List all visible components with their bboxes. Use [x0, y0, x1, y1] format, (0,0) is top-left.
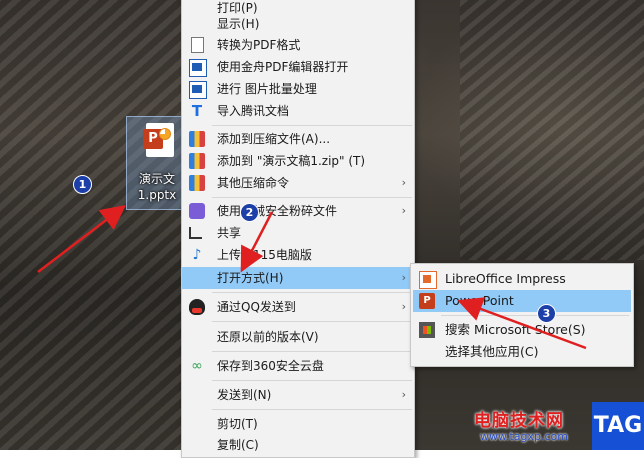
annotation-arrow-1 [37, 204, 126, 273]
step-badge-1: 1 [73, 175, 92, 194]
annotation-arrow-3 [457, 297, 587, 350]
watermark-title: 电脑技术网 [474, 411, 564, 431]
watermark-url: www.tagxp.com [480, 430, 568, 443]
step-badge-2: 2 [240, 203, 259, 222]
step-badge-3: 3 [537, 304, 556, 323]
annotation-arrows [37, 204, 587, 350]
watermark-tag-logo: TAG [592, 402, 644, 450]
